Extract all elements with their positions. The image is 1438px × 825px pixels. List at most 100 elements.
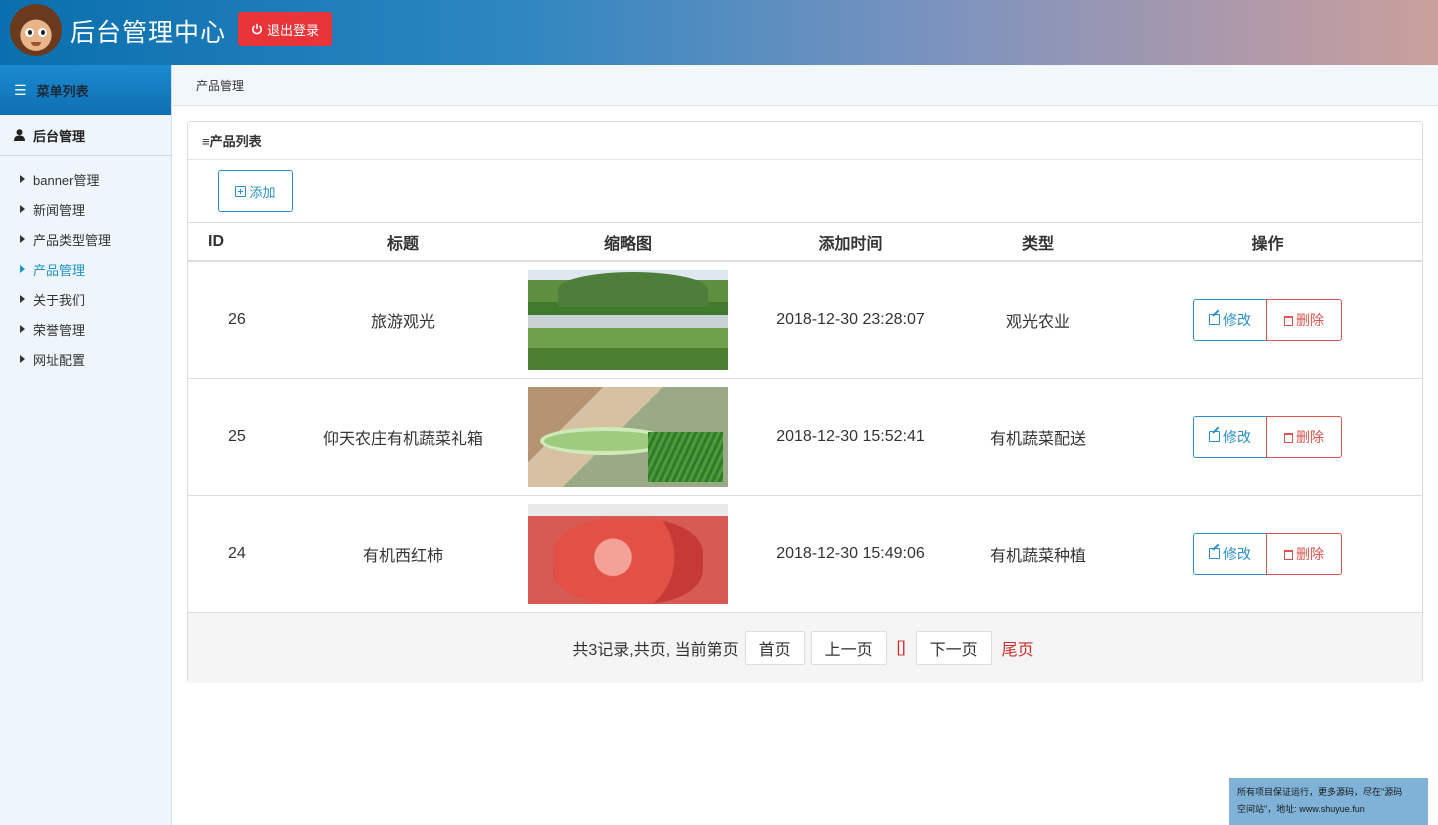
cell-id: 24: [188, 495, 288, 613]
cell-actions: 修改 删除: [1113, 261, 1422, 379]
panel-title: ≡产品列表: [188, 122, 1422, 160]
user-icon: [14, 129, 25, 141]
product-table: ID 标题 缩略图 添加时间 类型 操作 26 旅游观光 2018-12-30 …: [188, 223, 1422, 613]
sidebar-item-label: 产品管理: [33, 262, 86, 278]
thumbnail-image: [528, 269, 728, 370]
cell-title: 旅游观光: [288, 261, 518, 379]
sidebar-item-products[interactable]: 产品管理: [0, 254, 171, 284]
menu-list-title: 菜单列表: [36, 83, 89, 99]
edit-button[interactable]: 修改: [1193, 298, 1267, 341]
cell-thumbnail: [518, 378, 738, 496]
cell-type: 有机蔬菜配送: [963, 378, 1113, 496]
breadcrumb: 产品管理: [172, 65, 1438, 106]
action-group: 修改 删除: [1193, 415, 1342, 458]
first-page-button[interactable]: 首页: [744, 630, 805, 665]
next-page-button[interactable]: 下一页: [915, 630, 992, 665]
delete-button[interactable]: 删除: [1266, 532, 1342, 575]
caret-right-icon: [20, 295, 25, 303]
breadcrumb-current: 产品管理: [196, 78, 245, 93]
sidebar-item-label: 网址配置: [33, 352, 86, 368]
edit-button[interactable]: 修改: [1193, 532, 1267, 575]
col-thumbnail: 缩略图: [518, 223, 738, 262]
list-icon: ☰: [14, 81, 27, 98]
cell-time: 2018-12-30 15:49:06: [738, 495, 963, 613]
toolbar: 添加: [188, 160, 1422, 223]
table-header-row: ID 标题 缩略图 添加时间 类型 操作: [188, 223, 1422, 262]
logout-label: 退出登录: [266, 22, 319, 38]
caret-right-icon: [20, 175, 25, 183]
pagination: 共3记录,共页, 当前第页 首页 上一页 [] 下一页 尾页: [188, 612, 1422, 683]
product-list-panel: ≡产品列表 添加 ID 标题 缩略图 添加时间 类型 操作 26 旅游观光 20…: [187, 121, 1423, 683]
sidebar-item-product-type[interactable]: 产品类型管理: [0, 224, 171, 254]
table-row: 25 仰天农庄有机蔬菜礼箱 2018-12-30 15:52:41 有机蔬菜配送…: [188, 378, 1422, 496]
cell-thumbnail: [518, 261, 738, 379]
cell-id: 25: [188, 378, 288, 496]
col-actions: 操作: [1113, 223, 1422, 262]
pagination-summary: 共3记录,共页, 当前第页: [572, 641, 739, 659]
caret-right-icon: [20, 325, 25, 333]
delete-button[interactable]: 删除: [1266, 298, 1342, 341]
cell-actions: 修改 删除: [1113, 495, 1422, 613]
sidebar-item-banner[interactable]: banner管理: [0, 164, 171, 194]
cell-id: 26: [188, 261, 288, 379]
user-avatar: [10, 4, 62, 56]
table-row: 24 有机西红柿 2018-12-30 15:49:06 有机蔬菜种植 修改 删…: [188, 495, 1422, 613]
trash-icon: [1284, 432, 1293, 443]
last-page-link[interactable]: 尾页: [998, 636, 1038, 660]
sidebar-item-honors[interactable]: 荣誉管理: [0, 314, 171, 344]
menu-list-header: ☰ 菜单列表: [0, 65, 171, 115]
cell-title: 仰天农庄有机蔬菜礼箱: [288, 378, 518, 496]
edit-icon: [1209, 431, 1220, 442]
thumbnail-image: [528, 503, 728, 604]
thumbnail-image: [528, 386, 728, 487]
caret-right-icon: [20, 205, 25, 213]
caret-right-icon: [20, 235, 25, 243]
delete-label: 删除: [1296, 545, 1324, 562]
current-page-link[interactable]: []: [893, 639, 910, 657]
menu-items: banner管理 新闻管理 产品类型管理 产品管理 关于我们 荣誉管理 网址配置: [0, 156, 171, 374]
trash-icon: [1284, 549, 1293, 560]
col-id: ID: [188, 223, 288, 262]
cell-time: 2018-12-30 23:28:07: [738, 261, 963, 379]
col-type: 类型: [963, 223, 1113, 262]
delete-button[interactable]: 删除: [1266, 415, 1342, 458]
sidebar-item-news[interactable]: 新闻管理: [0, 194, 171, 224]
sidebar-item-about[interactable]: 关于我们: [0, 284, 171, 314]
sidebar: ☰ 菜单列表 后台管理 banner管理 新闻管理 产品类型管理 产品管理 关于…: [0, 65, 172, 825]
sidebar-item-label: 荣誉管理: [33, 322, 86, 338]
cell-title: 有机西红柿: [288, 495, 518, 613]
col-time: 添加时间: [738, 223, 963, 262]
cell-time: 2018-12-30 15:52:41: [738, 378, 963, 496]
plus-square-icon: [235, 185, 247, 197]
delete-label: 删除: [1296, 311, 1324, 328]
edit-label: 修改: [1223, 428, 1251, 445]
cell-thumbnail: [518, 495, 738, 613]
watermark-notice: 所有项目保证运行，更多源码，尽在"源码 空间站"，地址: www.shuyue.…: [1229, 778, 1428, 825]
watermark-line: 空间站"，地址: www.shuyue.fun: [1237, 804, 1365, 814]
app-title: 后台管理中心: [70, 19, 227, 47]
edit-button[interactable]: 修改: [1193, 415, 1267, 458]
caret-right-icon: [20, 265, 25, 273]
edit-icon: [1209, 314, 1220, 326]
cell-type: 观光农业: [963, 261, 1113, 379]
sidebar-item-label: 新闻管理: [33, 202, 86, 218]
edit-label: 修改: [1223, 311, 1251, 328]
sidebar-item-label: 产品类型管理: [33, 232, 112, 248]
edit-label: 修改: [1223, 545, 1251, 562]
power-icon: [252, 23, 262, 35]
cell-type: 有机蔬菜种植: [963, 495, 1113, 613]
sidebar-item-label: 关于我们: [33, 292, 86, 308]
add-label: 添加: [249, 184, 276, 200]
group-header-admin[interactable]: 后台管理: [0, 115, 171, 156]
add-button[interactable]: 添加: [218, 170, 293, 212]
col-title: 标题: [288, 223, 518, 262]
sidebar-item-url-config[interactable]: 网址配置: [0, 344, 171, 374]
group-title: 后台管理: [33, 128, 86, 144]
prev-page-button[interactable]: 上一页: [810, 630, 887, 665]
trash-icon: [1284, 315, 1293, 326]
logout-button[interactable]: 退出登录: [238, 12, 332, 46]
top-header: 后台管理中心 退出登录: [0, 0, 1438, 65]
caret-right-icon: [20, 355, 25, 363]
action-group: 修改 删除: [1193, 298, 1342, 341]
table-row: 26 旅游观光 2018-12-30 23:28:07 观光农业 修改 删除: [188, 261, 1422, 379]
